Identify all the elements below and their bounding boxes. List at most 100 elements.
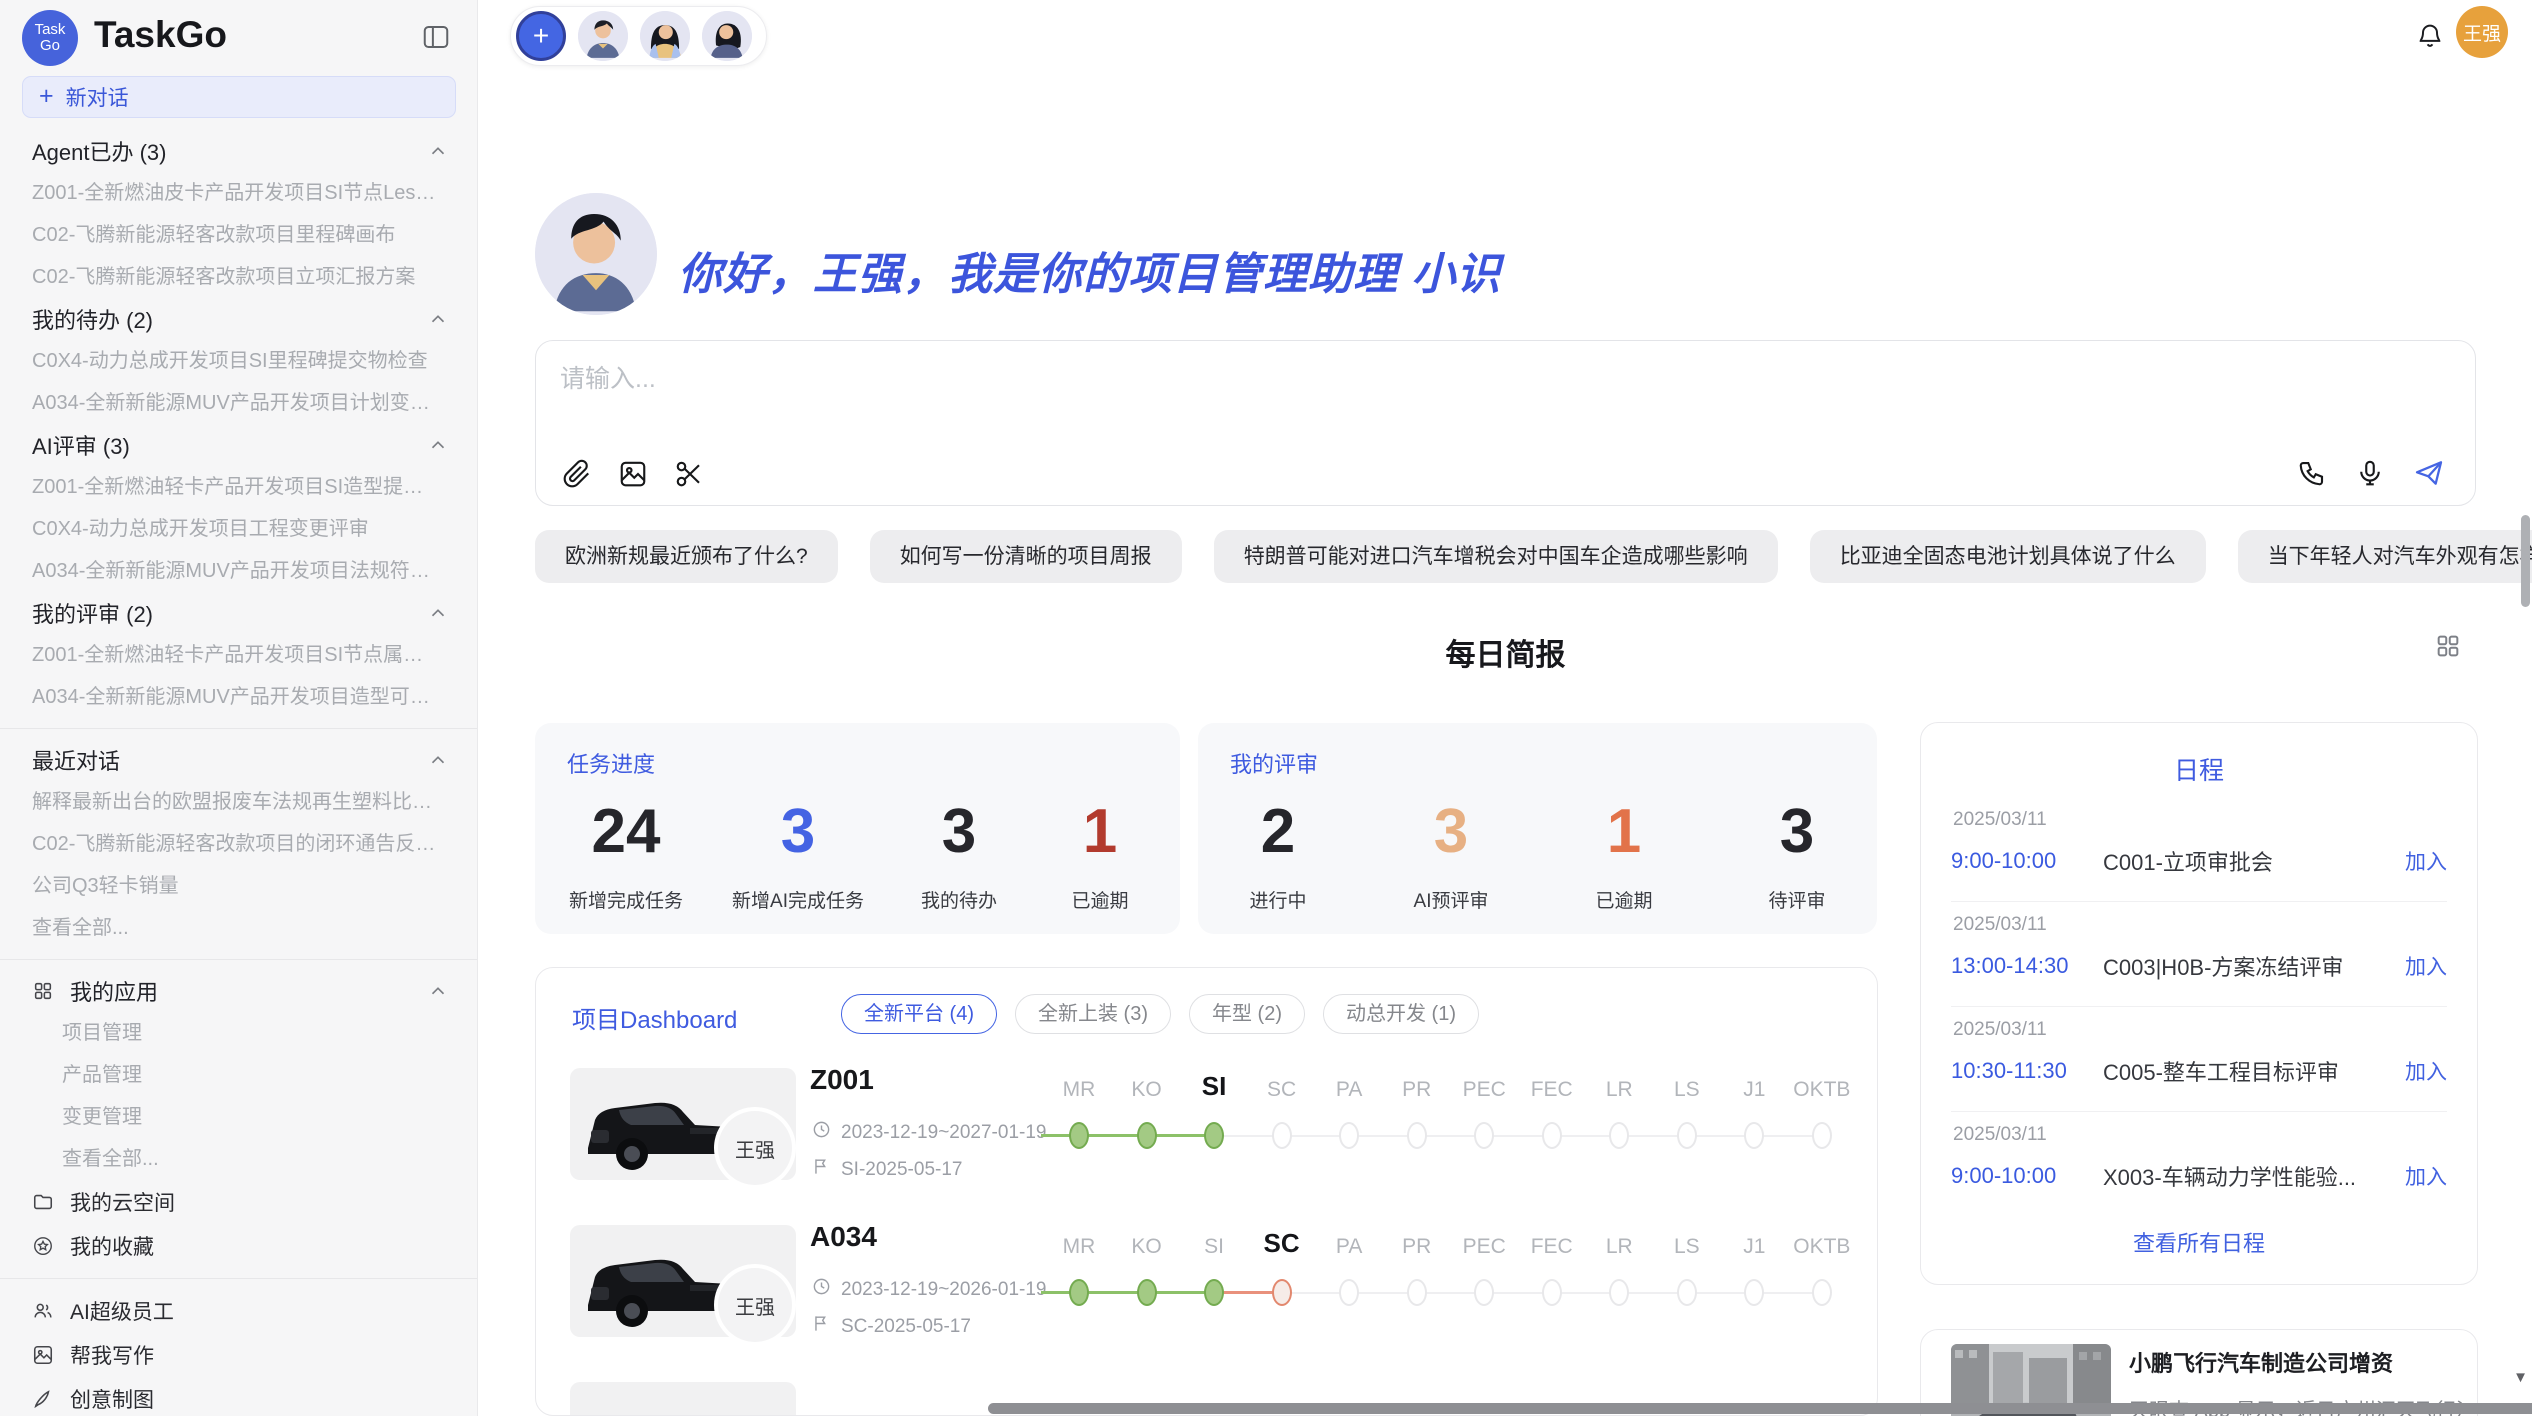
send-icon[interactable] [2413, 457, 2445, 489]
milestone-label: SC [1249, 1078, 1315, 1102]
suggestion-chip[interactable]: 当下年轻人对汽车外观有怎样的喜好趋势 [2238, 530, 2532, 583]
grid-icon [32, 980, 54, 1002]
sidebar-item-write-helper[interactable]: 帮我写作 [0, 1333, 477, 1377]
composer [535, 340, 2476, 506]
section-label: 最近对话 [32, 744, 427, 776]
conversation-item[interactable]: 解释最新出台的欧盟报废车法规再生塑料比例被调至15%... [0, 781, 477, 823]
user-avatar[interactable]: 王强 [2456, 6, 2508, 58]
milestone-label: J1 [1721, 1235, 1787, 1259]
milestone-dot [1474, 1122, 1494, 1149]
stat: 24新增完成任务 [569, 799, 683, 913]
join-meeting-link[interactable]: 加入 [2405, 1161, 2447, 1191]
stat-label: 进行中 [1232, 886, 1324, 913]
schedule-event-title: C003|H0B-方案冻结评审 [2103, 950, 2405, 982]
view-all-schedule-link[interactable]: 查看所有日程 [1921, 1226, 2477, 1258]
conversation-item[interactable]: C02-飞腾新能源轻客改款项目立项汇报方案 [0, 256, 477, 298]
composer-input[interactable] [560, 359, 1960, 399]
avatar[interactable] [640, 11, 690, 61]
scroll-down-arrow-icon[interactable]: ▼ [2513, 1369, 2528, 1386]
people-icon [32, 1300, 54, 1322]
conversation-item[interactable]: C0X4-动力总成开发项目SI里程碑提交物检查 [0, 340, 477, 382]
chevron-up-icon [427, 308, 449, 330]
project-dashboard-card: 项目Dashboard 全新平台 (4)全新上装 (3)年型 (2)动总开发 (… [535, 967, 1878, 1416]
owner-badge: 王强 [718, 1268, 792, 1342]
dashboard-filter-chip[interactable]: 动总开发 (1) [1323, 994, 1479, 1034]
milestone-dot [1339, 1279, 1359, 1306]
conversation-item[interactable]: A034-全新新能源MUV产品开发项目造型可行性评审 [0, 676, 477, 718]
stat-value: 24 [569, 799, 683, 864]
avatar[interactable] [702, 11, 752, 61]
folder-icon [32, 1191, 54, 1213]
section-header[interactable]: AI评审 (3) [0, 424, 477, 466]
milestone-dot [1609, 1279, 1629, 1306]
chevron-up-icon [427, 980, 449, 1002]
vertical-scrollbar-thumb[interactable] [2521, 515, 2530, 607]
section-header[interactable]: Agent已办 (3) [0, 130, 477, 172]
join-meeting-link[interactable]: 加入 [2405, 951, 2447, 981]
conversation-item[interactable]: Z001-全新燃油轻卡产品开发项目SI节点属性5D文件评审 [0, 634, 477, 676]
sidebar-item-creative-draw[interactable]: 创意制图 [0, 1377, 477, 1416]
view-all-link[interactable]: 查看全部... [0, 1138, 477, 1180]
section-header[interactable]: 我的待办 (2) [0, 298, 477, 340]
conversation-item[interactable]: A034-全新新能源MUV产品开发项目法规符合性评审 [0, 550, 477, 592]
image-upload-icon[interactable] [618, 459, 648, 489]
sidebar-collapse-icon[interactable] [421, 22, 451, 52]
suggestion-chip[interactable]: 欧洲新规最近颁布了什么? [535, 530, 838, 583]
conversation-item[interactable]: C0X4-动力总成开发项目工程变更评审 [0, 508, 477, 550]
owner-badge: 王强 [718, 1111, 792, 1185]
conversation-item[interactable]: C02-飞腾新能源轻客改款项目的闭环通告反馈情况 [0, 823, 477, 865]
assistant-avatar [535, 193, 657, 315]
greeting-text: 你好，王强，我是你的项目管理助理 小识 [678, 238, 1501, 302]
chevron-up-icon [427, 140, 449, 162]
conversation-item[interactable]: C02-飞腾新能源轻客改款项目里程碑画布 [0, 214, 477, 256]
suggestion-chip[interactable]: 比亚迪全固态电池计划具体说了什么 [1810, 530, 2206, 583]
suggestion-chip[interactable]: 特朗普可能对进口汽车增税会对中国车企造成哪些影响 [1214, 530, 1778, 583]
project-dates-text: 2023-12-19~2026-01-19 [841, 1279, 1046, 1301]
screenshot-scissors-icon[interactable] [674, 459, 704, 489]
sidebar-item-ai-staff[interactable]: AI超级员工 [0, 1289, 477, 1333]
section-header-recent[interactable]: 最近对话 [0, 739, 477, 781]
new-chat-button[interactable]: + 新对话 [22, 76, 456, 118]
app-item[interactable]: 产品管理 [0, 1054, 477, 1096]
add-conversation-button[interactable]: + [516, 11, 566, 61]
suggestion-chip[interactable]: 如何写一份清晰的项目周报 [870, 530, 1182, 583]
stat: 2进行中 [1232, 799, 1324, 913]
schedule-time: 13:00-14:30 [1951, 953, 2103, 979]
layout-grid-icon[interactable] [2434, 632, 2462, 660]
schedule-date: 2025/03/11 [1951, 1124, 2447, 1146]
milestone-dot [1407, 1279, 1427, 1306]
stat-label: 待评审 [1751, 886, 1843, 913]
app-item[interactable]: 变更管理 [0, 1096, 477, 1138]
sidebar-item-my-apps[interactable]: 我的应用 [0, 970, 477, 1012]
conversation-item[interactable]: Z001-全新燃油皮卡产品开发项目SI节点Lesson Learn报告 [0, 172, 477, 214]
schedule-row: 9:00-10:00X003-车辆动力学性能验...加入 [1951, 1160, 2447, 1192]
voice-call-icon[interactable] [2297, 458, 2327, 488]
app-item[interactable]: 项目管理 [0, 1012, 477, 1054]
conversation-item[interactable]: Z001-全新燃油轻卡产品开发项目SI造型提交物评审 [0, 466, 477, 508]
join-meeting-link[interactable]: 加入 [2405, 1056, 2447, 1086]
dashboard-filter-chip[interactable]: 全新平台 (4) [841, 994, 997, 1034]
microphone-icon[interactable] [2355, 458, 2385, 488]
stat: 1已逾期 [1054, 799, 1146, 913]
project-code: A034 [810, 1221, 877, 1253]
attachment-icon[interactable] [562, 459, 592, 489]
join-meeting-link[interactable]: 加入 [2405, 846, 2447, 876]
milestone-label: SI [1181, 1071, 1247, 1102]
sidebar-item-favorites[interactable]: 我的收藏 [0, 1224, 477, 1268]
avatar[interactable] [578, 11, 628, 61]
section-header[interactable]: 我的评审 (2) [0, 592, 477, 634]
milestone-label: PEC [1451, 1078, 1517, 1102]
sidebar-sections: Agent已办 (3)Z001-全新燃油皮卡产品开发项目SI节点Lesson L… [0, 130, 477, 1416]
milestone-label: PR [1384, 1235, 1450, 1259]
notification-bell-icon[interactable] [2416, 20, 2444, 50]
conversation-item[interactable]: 公司Q3轻卡销量 [0, 865, 477, 907]
stat: 3我的待办 [913, 799, 1005, 913]
dashboard-filter-chip[interactable]: 全新上装 (3) [1015, 994, 1171, 1034]
sidebar-item-cloud-space[interactable]: 我的云空间 [0, 1180, 477, 1224]
dashboard-filter-chip[interactable]: 年型 (2) [1189, 994, 1305, 1034]
conversation-item[interactable]: A034-全新新能源MUV产品开发项目计划变更表编写 [0, 382, 477, 424]
view-all-link[interactable]: 查看全部... [0, 907, 477, 949]
horizontal-scrollbar-thumb[interactable] [988, 1403, 2532, 1414]
milestone-label: SC [1249, 1228, 1315, 1259]
schedule-item: 2025/03/119:00-10:00C001-立项审批会加入 [1951, 797, 2447, 902]
